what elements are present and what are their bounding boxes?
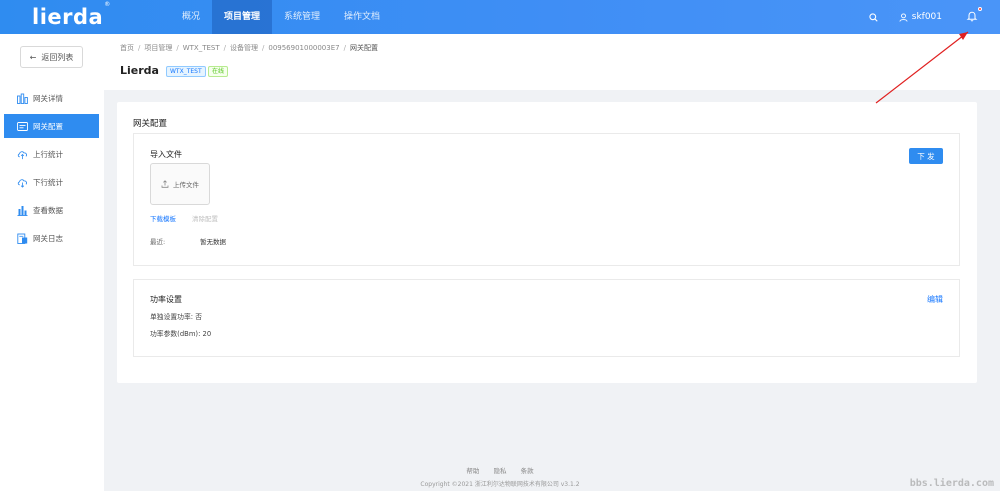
nav-item-project-management[interactable]: 项目管理 bbox=[212, 0, 273, 34]
nav-item-overview[interactable]: 概况 bbox=[170, 0, 212, 34]
sidebar-item-label: 网关配置 bbox=[33, 121, 63, 131]
gateway-config-card: 网关配置 导入文件 下 发 上传文件 下载模板 清除配置 最近: 暂无数据 功率… bbox=[117, 102, 977, 383]
bar-chart-icon bbox=[17, 205, 28, 216]
top-bar: lierda® 概况 项目管理 系统管理 操作文档 skf001 bbox=[0, 0, 1000, 34]
copyright: Copyright ©2021 浙江利尔达物联网技术有限公司 v3.1.2 bbox=[420, 481, 580, 488]
upload-file-button[interactable]: 上传文件 bbox=[150, 163, 210, 205]
page-header: 首页 / 项目管理 / WTX_TEST / 设备管理/00956901000003E7/网… bbox=[104, 34, 1000, 90]
single-power-setting: 单独设置功率: 否 bbox=[150, 313, 203, 321]
import-file-title: 导入文件 bbox=[150, 150, 182, 159]
sidebar-menu: 网关详情 网关配置 上行统计 下行统计 查看数据 网关日志 bbox=[0, 86, 104, 254]
download-template-link[interactable]: 下载模板 bbox=[150, 213, 176, 223]
import-file-panel: 导入文件 下 发 上传文件 下载模板 清除配置 最近: 暂无数据 bbox=[133, 133, 960, 266]
sidebar: ← 返回列表 网关详情 网关配置 上行统计 下行统计 查看数据 网关日志 bbox=[0, 34, 104, 491]
breadcrumb-device-id[interactable]: 00956901000003E7 bbox=[268, 44, 339, 52]
breadcrumb-device-management[interactable]: 设备管理 bbox=[230, 44, 258, 52]
cloud-upload-icon bbox=[17, 149, 28, 160]
breadcrumb-project-management[interactable]: 项目管理 bbox=[144, 44, 172, 52]
back-to-list-label: 返回列表 bbox=[41, 52, 74, 62]
dashboard-icon bbox=[17, 93, 28, 104]
breadcrumb: 首页 / 项目管理 / WTX_TEST / 设备管理/00956901000003E7/网… bbox=[120, 44, 378, 52]
sidebar-item-view-data[interactable]: 查看数据 bbox=[0, 198, 104, 222]
footer-links: 帮助 隐私 条款 bbox=[0, 465, 1000, 475]
settings-icon bbox=[17, 121, 28, 132]
footer-link-terms[interactable]: 条款 bbox=[521, 467, 534, 475]
log-icon bbox=[17, 233, 28, 244]
watermark: bbs.lierda.com bbox=[909, 478, 994, 489]
breadcrumb-home[interactable]: 首页 bbox=[120, 44, 134, 52]
power-settings-panel: 功率设置 编辑 单独设置功率: 否 功率参数(dBm): 20 bbox=[133, 279, 960, 357]
top-nav: 概况 项目管理 系统管理 操作文档 bbox=[170, 0, 392, 34]
sidebar-item-gateway-config[interactable]: 网关配置 bbox=[4, 114, 99, 138]
recent-value: 暂无数据 bbox=[200, 238, 226, 246]
cloud-download-icon bbox=[17, 177, 28, 188]
breadcrumb-current: 网关配置 bbox=[349, 44, 378, 52]
user-menu[interactable]: skf001 bbox=[899, 12, 942, 22]
upload-file-label: 上传文件 bbox=[173, 181, 199, 189]
project-tag: WTX_TEST bbox=[166, 66, 206, 77]
search-icon[interactable] bbox=[867, 10, 881, 24]
sidebar-item-downstream-stats[interactable]: 下行统计 bbox=[0, 170, 104, 194]
sidebar-item-label: 下行统计 bbox=[33, 177, 63, 187]
footer-link-help[interactable]: 帮助 bbox=[466, 467, 479, 475]
username: skf001 bbox=[911, 12, 942, 22]
power-settings-title: 功率设置 bbox=[150, 295, 182, 304]
send-button[interactable]: 下 发 bbox=[909, 148, 943, 164]
power-parameter: 功率参数(dBm): 20 bbox=[150, 330, 212, 338]
nav-item-docs[interactable]: 操作文档 bbox=[332, 0, 392, 34]
bell-icon[interactable] bbox=[966, 7, 982, 24]
brand-logo[interactable]: lierda® bbox=[32, 1, 111, 29]
sidebar-item-label: 上行统计 bbox=[33, 149, 63, 159]
top-right-actions: skf001 bbox=[867, 0, 1000, 34]
page-title: Lierda bbox=[120, 64, 159, 77]
nav-item-system-management[interactable]: 系统管理 bbox=[272, 0, 332, 34]
sidebar-item-label: 网关日志 bbox=[33, 233, 63, 243]
upload-icon bbox=[161, 180, 169, 188]
footer-link-privacy[interactable]: 隐私 bbox=[494, 467, 507, 475]
status-badge: 在线 bbox=[208, 66, 229, 77]
sidebar-item-gateway-detail[interactable]: 网关详情 bbox=[0, 86, 104, 110]
breadcrumb-project[interactable]: WTX_TEST bbox=[183, 44, 220, 52]
sidebar-item-upstream-stats[interactable]: 上行统计 bbox=[0, 142, 104, 166]
clear-config-link[interactable]: 清除配置 bbox=[192, 213, 218, 223]
notification-dot bbox=[978, 7, 982, 11]
sidebar-item-label: 查看数据 bbox=[33, 205, 63, 215]
sidebar-item-label: 网关详情 bbox=[33, 93, 63, 103]
sidebar-item-gateway-log[interactable]: 网关日志 bbox=[0, 226, 104, 250]
back-to-list-button[interactable]: ← 返回列表 bbox=[20, 46, 83, 68]
recent-label: 最近: bbox=[150, 238, 166, 246]
edit-link[interactable]: 编辑 bbox=[927, 294, 943, 305]
user-icon bbox=[899, 12, 908, 22]
card-title: 网关配置 bbox=[133, 119, 168, 129]
arrow-left-icon: ← bbox=[29, 52, 37, 62]
